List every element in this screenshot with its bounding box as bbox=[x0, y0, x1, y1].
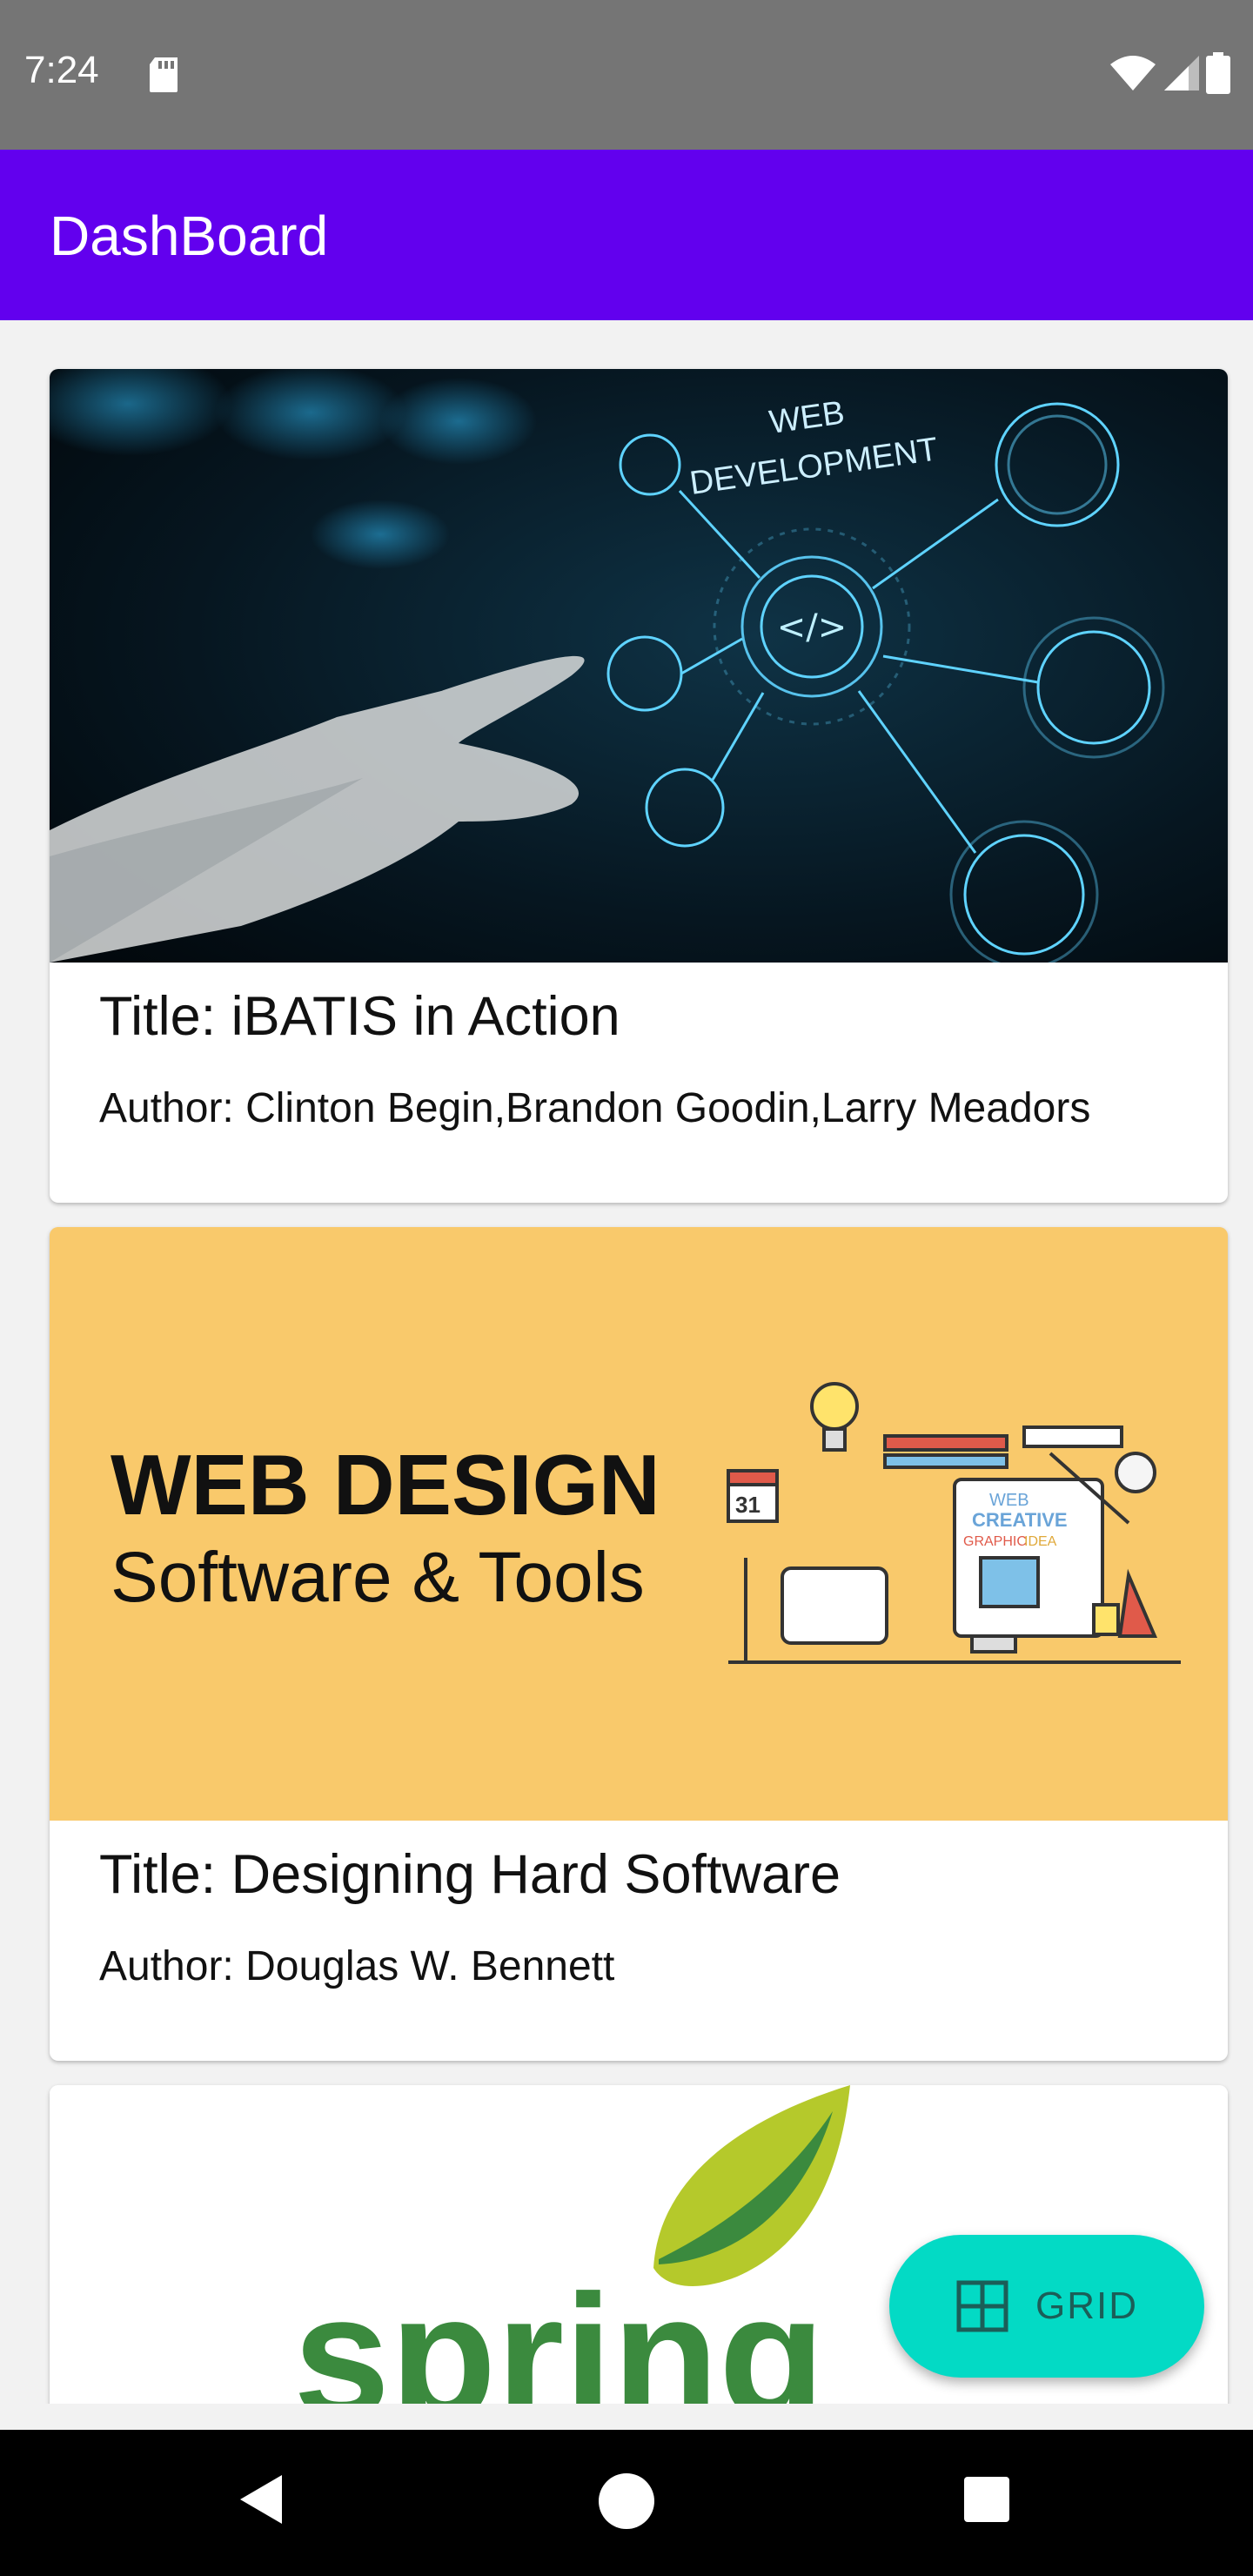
book-card[interactable]: </> WEB DEVELOPMENT Title: iBATIS in Act… bbox=[50, 369, 1228, 1203]
grid-button-label: GRID bbox=[1035, 2284, 1138, 2327]
app-bar: DashBoard bbox=[0, 150, 1253, 320]
book-author: Author: Douglas W. Bennett bbox=[99, 1943, 615, 1989]
book-author: Author: Clinton Begin,Brandon Goodin,Lar… bbox=[99, 1085, 1091, 1131]
image-text-creative: CREATIVE bbox=[972, 1509, 1068, 1531]
book-list[interactable]: </> WEB DEVELOPMENT Title: iBATIS in Act… bbox=[0, 320, 1253, 2404]
image-text-web-design: WEB DESIGN bbox=[111, 1437, 660, 1533]
book-title: Title: iBATIS in Action bbox=[99, 986, 620, 1047]
battery-icon bbox=[1206, 52, 1230, 94]
home-icon[interactable] bbox=[599, 2473, 654, 2529]
image-text-creative-web: WEB bbox=[989, 1491, 1029, 1510]
book-cover-image: </> WEB DEVELOPMENT bbox=[50, 369, 1228, 963]
wifi-icon bbox=[1110, 56, 1156, 91]
svg-text:</>: </> bbox=[777, 607, 848, 647]
recent-apps-icon[interactable] bbox=[964, 2477, 1009, 2522]
back-icon[interactable] bbox=[237, 2472, 285, 2527]
grid-button[interactable]: GRID bbox=[889, 2235, 1204, 2378]
book-title: Title: Designing Hard Software bbox=[99, 1844, 841, 1905]
image-text-spring-logo: spring bbox=[293, 2259, 825, 2404]
book-card[interactable]: WEB DESIGN Software & Tools 31 WEB CREAT… bbox=[50, 1227, 1228, 2061]
image-text-software-tools: Software & Tools bbox=[111, 1538, 645, 1617]
image-text-graphic: GRAPHIC bbox=[963, 1534, 1027, 1549]
image-text-calendar: 31 bbox=[735, 1492, 761, 1518]
status-bar: 7:24 bbox=[0, 0, 1253, 150]
grid-icon bbox=[956, 2280, 1008, 2332]
page-title: DashBoard bbox=[50, 205, 329, 267]
sd-card-icon bbox=[150, 57, 178, 92]
navigation-bar bbox=[0, 2430, 1253, 2576]
book-cover-image: WEB DESIGN Software & Tools 31 WEB CREAT… bbox=[50, 1227, 1228, 1821]
status-time: 7:24 bbox=[24, 49, 99, 91]
cellular-signal-icon bbox=[1164, 56, 1199, 91]
status-icons bbox=[1109, 52, 1230, 94]
image-text-idea: IDEA bbox=[1024, 1534, 1057, 1549]
